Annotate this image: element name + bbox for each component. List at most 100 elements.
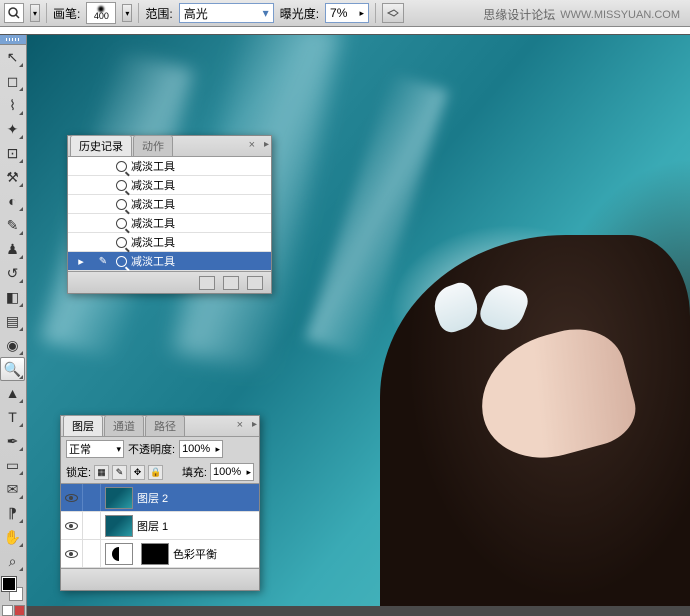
close-icon[interactable]: × [249,139,255,151]
gradient-tool[interactable]: ▤ [0,309,25,333]
history-panel: 历史记录 动作 × ▸ 减淡工具 减淡工具 减淡工具 减淡工具 减淡工具 ▸ ✎ … [67,135,272,294]
lasso-tool[interactable]: ⌇ [0,93,25,117]
history-item-label: 减淡工具 [131,196,175,212]
lock-label: 锁定: [66,464,91,480]
tool-preset-dropdown[interactable]: ▾ [30,4,40,22]
opacity-label: 不透明度: [128,441,175,457]
layer-name: 色彩平衡 [173,546,217,562]
layer-row[interactable]: 色彩平衡 [61,540,259,568]
toolbox: ↖◻⌇✦⊡⚒◐✎♟↺◧▤◉🔍▲T✒▭✉⁋✋⌕ [0,35,27,616]
blend-mode-value: 正常 [69,441,91,457]
layer-thumbnail[interactable] [105,487,133,509]
chevron-down-icon: ▾ [263,6,269,20]
slice-tool[interactable]: ⚒ [0,165,25,189]
new-document-button[interactable] [223,276,239,290]
visibility-toggle[interactable] [61,484,83,511]
lock-position-button[interactable]: ✥ [130,465,145,480]
panel-menu-icon[interactable]: ▸ [252,419,257,430]
layer-name: 图层 2 [137,490,168,506]
color-swatches[interactable] [0,575,25,603]
history-item-label: 减淡工具 [131,234,175,250]
opacity-input[interactable]: 100%▸ [179,440,223,458]
tab-paths[interactable]: 路径 [145,415,185,436]
quickmask-toggle[interactable] [0,605,26,616]
exposure-input[interactable]: 7% ▸ [325,3,369,23]
brush-dropdown[interactable]: ▾ [122,4,132,22]
link-toggle[interactable] [83,540,101,567]
history-item-label: 减淡工具 [131,158,175,174]
visibility-toggle[interactable] [61,512,83,539]
fill-input[interactable]: 100%▸ [210,463,254,481]
history-item[interactable]: 减淡工具 [68,195,271,214]
history-item[interactable]: 减淡工具 [68,233,271,252]
exposure-value: 7% [330,6,347,20]
healing-tool[interactable]: ◐ [0,189,25,213]
layer-thumbnail[interactable] [105,515,133,537]
dodge-tool[interactable]: 🔍 [0,357,25,381]
watermark: 思缘设计论坛 WWW.MISSYUAN.COM [483,6,680,23]
notes-tool[interactable]: ✉ [0,477,25,501]
ruler-horizontal [0,27,690,35]
history-footer [68,271,271,293]
history-item[interactable]: 减淡工具 [68,214,271,233]
blend-mode-select[interactable]: 正常▾ [66,440,124,458]
dodge-icon [116,218,127,229]
hand-tool[interactable]: ✋ [0,525,25,549]
move-tool[interactable]: ↖ [0,45,25,69]
blur-tool[interactable]: ◉ [0,333,25,357]
link-toggle[interactable] [83,512,101,539]
new-snapshot-button[interactable] [199,276,215,290]
shape-tool[interactable]: ▭ [0,453,25,477]
lock-pixels-button[interactable]: ✎ [112,465,127,480]
lock-all-button[interactable]: 🔒 [148,465,163,480]
dodge-icon [116,256,127,267]
opacity-value: 100% [182,443,210,455]
crop-tool[interactable]: ⊡ [0,141,25,165]
panel-menu-icon[interactable]: ▸ [264,139,269,150]
tab-channels[interactable]: 通道 [104,415,144,436]
dodge-icon [116,199,127,210]
stamp-tool[interactable]: ♟ [0,237,25,261]
adjustment-thumbnail[interactable] [105,543,133,565]
close-icon[interactable]: × [237,419,243,431]
delete-state-button[interactable] [247,276,263,290]
brush-size-value: 400 [94,12,109,21]
eraser-tool[interactable]: ◧ [0,285,25,309]
airbrush-toggle[interactable] [382,3,404,23]
exposure-label: 曝光度: [280,5,319,22]
dodge-icon [116,180,127,191]
visibility-toggle[interactable] [61,540,83,567]
brush-preset-picker[interactable]: 400 [86,2,116,24]
marquee-tool[interactable]: ◻ [0,69,25,93]
history-item[interactable]: ▸ ✎ 减淡工具 [68,252,271,271]
type-tool[interactable]: T [0,405,25,429]
foreground-color-swatch[interactable] [2,577,16,591]
brush-label: 画笔: [53,5,80,22]
chevron-right-icon: ▸ [360,8,365,19]
lock-transparency-button[interactable]: ▦ [94,465,109,480]
brush-tool[interactable]: ✎ [0,213,25,237]
layer-row[interactable]: 图层 2 [61,484,259,512]
link-toggle[interactable] [83,484,101,511]
tab-layers[interactable]: 图层 [63,415,103,436]
pen-tool[interactable]: ✒ [0,429,25,453]
wand-tool[interactable]: ✦ [0,117,25,141]
dodge-icon [116,161,127,172]
tab-actions[interactable]: 动作 [133,135,173,156]
history-item[interactable]: 减淡工具 [68,176,271,195]
history-brush-tool[interactable]: ↺ [0,261,25,285]
bow-graphic [435,285,525,340]
eyedropper-tool[interactable]: ⁋ [0,501,25,525]
range-label: 范围: [145,5,172,22]
history-item[interactable]: 减淡工具 [68,157,271,176]
fill-value: 100% [213,466,241,478]
layers-panel: 图层 通道 路径 × ▸ 正常▾ 不透明度: 100%▸ 锁定: ▦ ✎ ✥ 🔒… [60,415,260,591]
tool-preset-picker[interactable] [4,3,24,23]
path-select-tool[interactable]: ▲ [0,381,25,405]
zoom-tool[interactable]: ⌕ [0,549,25,573]
tab-history[interactable]: 历史记录 [70,135,132,156]
toolbox-grip[interactable] [0,35,26,45]
range-select[interactable]: 高光 ▾ [179,3,274,23]
mask-thumbnail[interactable] [141,543,169,565]
layer-row[interactable]: 图层 1 [61,512,259,540]
